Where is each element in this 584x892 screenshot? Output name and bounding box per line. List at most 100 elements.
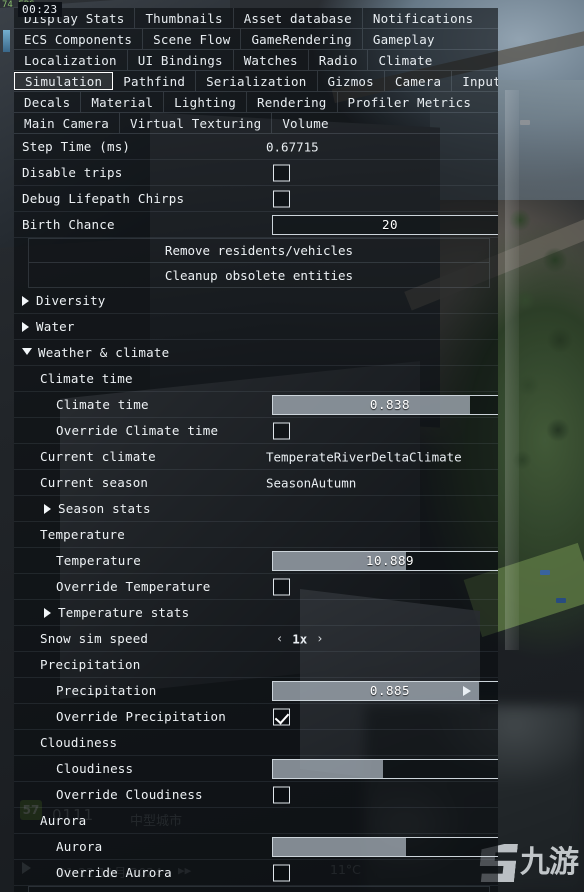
watermark-text: 九游 <box>520 845 579 880</box>
row-precipitation: Precipitation 0.885 <box>14 678 498 704</box>
foldout-weather-climate-label: Weather & climate <box>38 345 170 360</box>
foldout-temperature-stats[interactable]: Temperature stats <box>14 600 498 626</box>
row-disable-trips: Disable trips <box>14 160 498 186</box>
tab-notifications[interactable]: Notifications <box>363 8 483 28</box>
tab-main-camera[interactable]: Main Camera <box>14 113 120 133</box>
override-climate-time-label: Override Climate time <box>56 423 219 438</box>
tab-ecs-components[interactable]: ECS Components <box>14 29 144 49</box>
precipitation-slider[interactable]: 0.885 <box>272 680 498 701</box>
tab-input[interactable]: Input <box>452 71 498 91</box>
tab-gizmos[interactable]: Gizmos <box>318 71 385 91</box>
row-current-season: Current season SeasonAutumn <box>14 470 498 496</box>
override-climate-time-checkbox[interactable] <box>273 422 290 439</box>
tab-row-6: Main Camera Virtual Texturing Volume <box>14 113 498 134</box>
override-cloudiness-checkbox[interactable] <box>273 786 290 803</box>
override-precipitation-checkbox[interactable] <box>273 708 290 725</box>
tab-row-1: Display Stats Thumbnails Asset database … <box>14 8 498 29</box>
foldout-water-label: Water <box>36 319 75 334</box>
row-override-aurora: Override Aurora <box>14 860 498 886</box>
row-birth-chance: Birth Chance 20 <box>14 212 498 238</box>
cleanup-obsolete-entities-button[interactable]: Cleanup obsolete entities <box>28 263 490 288</box>
row-aurora: Aurora <box>14 834 498 860</box>
tab-decals[interactable]: Decals <box>14 92 82 112</box>
row-temperature: Temperature 10.889 <box>14 548 498 574</box>
tab-radio[interactable]: Radio <box>309 50 369 70</box>
disable-trips-checkbox[interactable] <box>273 164 290 181</box>
foldout-season-stats[interactable]: Season stats <box>14 496 498 522</box>
chevron-right-icon <box>22 321 29 332</box>
tab-scene-flow[interactable]: Scene Flow <box>143 29 242 49</box>
override-temperature-label: Override Temperature <box>56 579 211 594</box>
tab-pathfind[interactable]: Pathfind <box>113 71 197 91</box>
snow-sim-speed-label: Snow sim speed <box>40 631 149 646</box>
tab-profiler-metrics[interactable]: Profiler Metrics <box>338 92 482 112</box>
temperature-slider[interactable]: 10.889 <box>272 550 498 571</box>
background-vehicle <box>556 598 566 603</box>
group-precipitation: Precipitation <box>14 652 498 678</box>
group-aurora: Aurora <box>14 808 498 834</box>
tab-ui-bindings[interactable]: UI Bindings <box>128 50 234 70</box>
row-override-precipitation: Override Precipitation <box>14 704 498 730</box>
chevron-right-icon <box>44 607 51 618</box>
debug-lifepath-chirps-checkbox[interactable] <box>273 190 290 207</box>
session-timer: 00:23 <box>18 2 62 17</box>
group-precipitation-label: Precipitation <box>40 657 141 672</box>
tab-gameplay[interactable]: Gameplay <box>363 29 445 49</box>
group-aurora-label: Aurora <box>40 813 87 828</box>
foldout-diversity[interactable]: Diversity <box>14 288 498 314</box>
background-vehicle <box>520 120 530 125</box>
temperature-value: 10.889 <box>365 553 415 568</box>
cloudiness-label: Cloudiness <box>56 761 134 776</box>
climate-time-slider[interactable]: 0.838 <box>272 394 498 415</box>
perf-graph-bar <box>3 30 10 52</box>
screen: 57 0111 中型城市 01:22 11月 2024 ▶▶ 11°C 74 F… <box>0 0 584 892</box>
tab-row-5: Decals Material Lighting Rendering Profi… <box>14 92 498 113</box>
tab-localization[interactable]: Localization <box>14 50 128 70</box>
temperature-label: Temperature <box>56 553 141 568</box>
row-current-climate: Current climate TemperateRiverDeltaClima… <box>14 444 498 470</box>
tab-camera[interactable]: Camera <box>385 71 453 91</box>
current-season-label: Current season <box>40 475 149 490</box>
tab-asset-database[interactable]: Asset database <box>234 8 363 28</box>
group-cloudiness-label: Cloudiness <box>40 735 118 750</box>
override-aurora-checkbox[interactable] <box>273 864 290 881</box>
tab-volume[interactable]: Volume <box>272 113 338 133</box>
birth-chance-slider[interactable]: 20 <box>272 214 498 235</box>
foldout-water[interactable]: Water <box>14 314 498 340</box>
stepper-next-icon[interactable]: › <box>316 632 323 646</box>
birth-chance-label: Birth Chance <box>22 217 115 232</box>
tab-virtual-texturing[interactable]: Virtual Texturing <box>120 113 273 133</box>
stepper-prev-icon[interactable]: ‹ <box>276 632 283 646</box>
tab-watches[interactable]: Watches <box>234 50 309 70</box>
override-precipitation-label: Override Precipitation <box>56 709 226 724</box>
remove-snow-button[interactable]: Remove snow <box>28 886 490 892</box>
mouse-cursor-icon <box>463 685 471 696</box>
aurora-slider[interactable] <box>272 836 498 857</box>
chevron-down-icon <box>22 348 32 355</box>
climate-time-label: Climate time <box>56 397 149 412</box>
snow-sim-speed-stepper[interactable]: ‹ 1x › <box>276 631 324 646</box>
row-override-cloudiness: Override Cloudiness <box>14 782 498 808</box>
debug-lifepath-chirps-label: Debug Lifepath Chirps <box>22 191 185 206</box>
row-override-climate-time: Override Climate time <box>14 418 498 444</box>
tab-material[interactable]: Material <box>81 92 165 112</box>
group-temperature-label: Temperature <box>40 527 125 542</box>
tab-climate[interactable]: Climate <box>368 50 442 70</box>
tab-row-2: ECS Components Scene Flow GameRendering … <box>14 29 498 50</box>
override-temperature-checkbox[interactable] <box>273 578 290 595</box>
cloudiness-slider[interactable] <box>272 758 498 779</box>
birth-chance-value: 20 <box>381 217 399 232</box>
tab-simulation[interactable]: Simulation <box>14 72 114 90</box>
background-vehicle <box>540 570 550 575</box>
tab-rendering[interactable]: Rendering <box>247 92 338 112</box>
disable-trips-label: Disable trips <box>22 165 123 180</box>
tab-serialization[interactable]: Serialization <box>196 71 318 91</box>
foldout-weather-climate[interactable]: Weather & climate <box>14 340 498 366</box>
tab-thumbnails[interactable]: Thumbnails <box>135 8 234 28</box>
tab-gamerendering[interactable]: GameRendering <box>241 29 363 49</box>
tab-row-3: Localization UI Bindings Watches Radio C… <box>14 50 498 71</box>
remove-residents-vehicles-button[interactable]: Remove residents/vehicles <box>28 238 490 263</box>
tab-row-4: Simulation Pathfind Serialization Gizmos… <box>14 71 498 92</box>
tab-lighting[interactable]: Lighting <box>164 92 247 112</box>
row-step-time: Step Time (ms) 0.67715 <box>14 134 498 160</box>
